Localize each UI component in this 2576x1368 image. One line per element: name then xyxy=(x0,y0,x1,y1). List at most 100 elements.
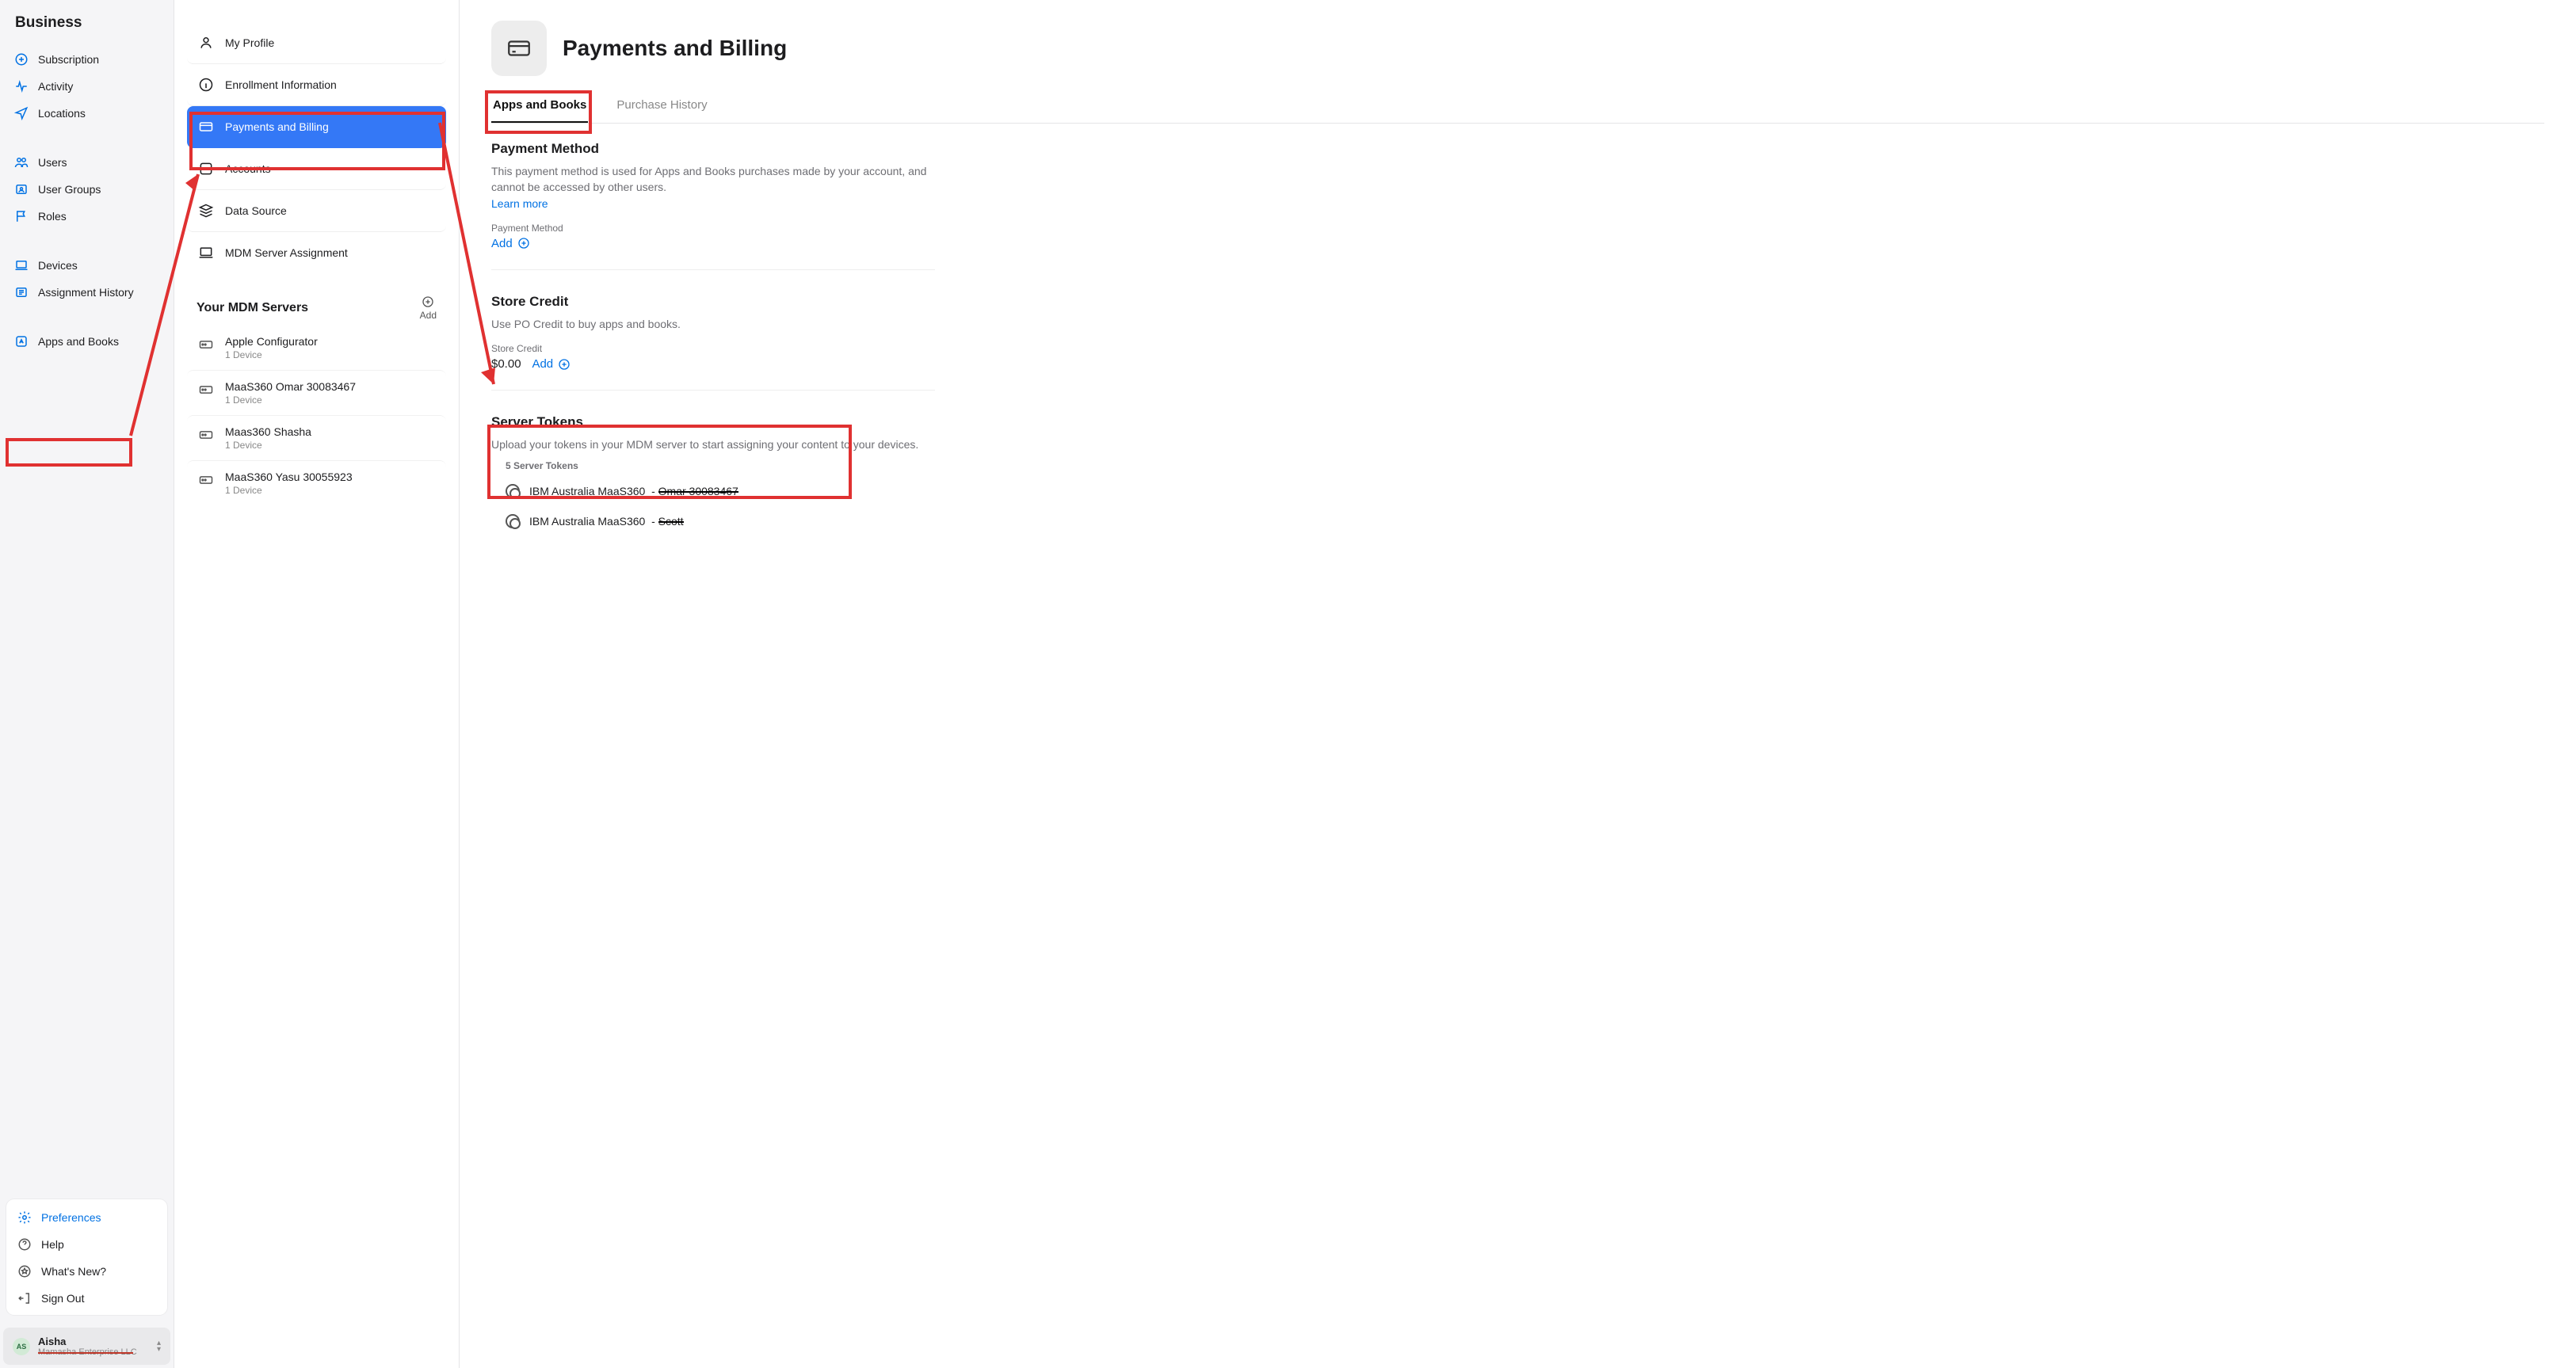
sidebar-item-preferences[interactable]: Preferences xyxy=(10,1204,164,1231)
person-icon xyxy=(198,35,214,51)
sidebar-item-assignment-history[interactable]: Assignment History xyxy=(6,279,167,306)
section-heading: Server Tokens xyxy=(491,414,935,430)
plus-circle-icon xyxy=(14,52,29,67)
mdm-server-name: MaaS360 Yasu 30055923 xyxy=(225,471,353,483)
sidebar-item-label: Users xyxy=(38,156,67,169)
add-payment-method-button[interactable]: Add xyxy=(491,237,530,250)
mdm-server-sub: 1 Device xyxy=(225,349,318,360)
store-credit-label: Store Credit xyxy=(491,343,935,354)
sidebar-item-activity[interactable]: Activity xyxy=(6,73,167,100)
tab-label: Apps and Books xyxy=(493,98,586,112)
user-groups-icon xyxy=(14,182,29,196)
sidebar-item-whats-new[interactable]: What's New? xyxy=(10,1258,164,1285)
mdm-server-sub: 1 Device xyxy=(225,440,311,451)
learn-more-link[interactable]: Learn more xyxy=(491,197,548,210)
mdm-server-item[interactable]: MaaS360 Omar 30083467 1 Device xyxy=(187,370,446,415)
page-icon-card xyxy=(491,21,547,76)
sidebar-item-users[interactable]: Users xyxy=(6,149,167,176)
plus-circle-icon xyxy=(558,358,571,371)
user-switcher[interactable]: AS Aisha Mamasha Enterprise LLC ▴▾ xyxy=(3,1328,170,1365)
token-prefix: IBM Australia MaaS360 xyxy=(529,485,645,497)
users-icon xyxy=(14,155,29,170)
server-icon xyxy=(198,472,214,488)
subnav-item-label: Enrollment Information xyxy=(225,78,337,91)
apple-square-icon xyxy=(198,161,214,177)
laptop-icon xyxy=(14,258,29,272)
layers-icon xyxy=(198,203,214,219)
sidebar-item-label: Devices xyxy=(38,259,78,272)
section-server-tokens: Server Tokens Upload your tokens in your… xyxy=(491,414,935,555)
subnav-item-my-profile[interactable]: My Profile xyxy=(187,22,446,64)
subnav-item-label: Data Source xyxy=(225,204,287,217)
server-icon xyxy=(198,427,214,443)
server-token-item[interactable]: IBM Australia MaaS360 - Scott xyxy=(491,506,935,536)
subnav-item-payments-and-billing[interactable]: Payments and Billing xyxy=(187,106,446,148)
section-heading: Payment Method xyxy=(491,141,935,157)
section-body: Upload your tokens in your MDM server to… xyxy=(491,436,935,452)
brand-header: Business xyxy=(0,0,174,41)
mdm-server-list: Apple Configurator 1 Device MaaS360 Omar… xyxy=(187,326,446,505)
help-icon xyxy=(17,1237,32,1252)
subnav-item-label: Payments and Billing xyxy=(225,120,329,133)
section-body: Use PO Credit to buy apps and books. xyxy=(491,316,935,332)
location-icon xyxy=(14,106,29,120)
tab-purchase-history[interactable]: Purchase History xyxy=(615,90,708,123)
sidebar-item-label: Assignment History xyxy=(38,286,134,299)
server-icon xyxy=(198,382,214,398)
list-icon xyxy=(14,285,29,299)
sidebar-bottom-card: Preferences Help What's New? Sign Out xyxy=(6,1199,167,1315)
main-content: Payments and Billing Apps and Books Purc… xyxy=(460,0,2576,1368)
sidebar-item-subscription[interactable]: Subscription xyxy=(6,46,167,73)
sidebar-item-label: Help xyxy=(41,1238,64,1251)
sidebar-item-label: Roles xyxy=(38,210,67,223)
subnav-item-label: My Profile xyxy=(225,36,274,49)
mdm-server-name: Apple Configurator xyxy=(225,335,318,348)
subnav-item-enrollment-information[interactable]: Enrollment Information xyxy=(187,64,446,106)
subnav-item-data-source[interactable]: Data Source xyxy=(187,190,446,232)
laptop-icon xyxy=(198,245,214,261)
sidebar-item-roles[interactable]: Roles xyxy=(6,203,167,230)
sidebar-item-apps-and-books[interactable]: Apps and Books xyxy=(6,328,167,355)
subnav-item-mdm-server-assignment[interactable]: MDM Server Assignment xyxy=(187,232,446,273)
sidebar: Business Subscription Activity Locations xyxy=(0,0,174,1368)
avatar: AS xyxy=(13,1338,30,1355)
mdm-section-title: Your MDM Servers xyxy=(197,301,308,315)
page-title: Payments and Billing xyxy=(563,36,787,61)
server-token-item[interactable]: IBM Australia MaaS360 - Omar 30083467 xyxy=(491,476,935,506)
sidebar-item-user-groups[interactable]: User Groups xyxy=(6,176,167,203)
subnav-item-accounts[interactable]: Accounts xyxy=(187,148,446,190)
plus-circle-icon xyxy=(422,295,434,308)
card-icon xyxy=(506,35,532,62)
mdm-server-item[interactable]: Maas360 Shasha 1 Device xyxy=(187,415,446,460)
flag-icon xyxy=(14,209,29,223)
token-ring-icon xyxy=(506,514,520,528)
sidebar-item-label: Apps and Books xyxy=(38,335,119,348)
user-name: Aisha xyxy=(38,1336,149,1347)
add-mdm-server-button[interactable]: Add xyxy=(420,295,437,321)
mdm-server-name: Maas360 Shasha xyxy=(225,425,311,438)
mdm-server-sub: 1 Device xyxy=(225,394,356,406)
subnav-item-label: MDM Server Assignment xyxy=(225,246,348,259)
section-heading: Store Credit xyxy=(491,294,935,310)
payment-method-label: Payment Method xyxy=(491,223,935,234)
section-store-credit: Store Credit Use PO Credit to buy apps a… xyxy=(491,294,935,391)
add-store-credit-button[interactable]: Add xyxy=(532,357,571,371)
store-credit-value: $0.00 xyxy=(491,357,521,371)
mdm-server-sub: 1 Device xyxy=(225,485,353,496)
sidebar-item-sign-out[interactable]: Sign Out xyxy=(10,1285,164,1312)
add-mdm-label: Add xyxy=(420,310,437,321)
sidebar-item-help[interactable]: Help xyxy=(10,1231,164,1258)
sidebar-item-label: Activity xyxy=(38,80,73,93)
star-badge-icon xyxy=(17,1264,32,1278)
apps-icon xyxy=(14,334,29,349)
activity-icon xyxy=(14,79,29,93)
mdm-server-item[interactable]: Apple Configurator 1 Device xyxy=(187,326,446,370)
section-body: This payment method is used for Apps and… xyxy=(491,165,926,193)
add-label: Add xyxy=(491,237,513,250)
sidebar-item-locations[interactable]: Locations xyxy=(6,100,167,127)
sidebar-item-devices[interactable]: Devices xyxy=(6,252,167,279)
tokens-count: 5 Server Tokens xyxy=(506,460,935,471)
tab-apps-and-books[interactable]: Apps and Books xyxy=(491,90,588,123)
mdm-server-item[interactable]: MaaS360 Yasu 30055923 1 Device xyxy=(187,460,446,505)
up-down-chevron-icon: ▴▾ xyxy=(157,1340,161,1353)
